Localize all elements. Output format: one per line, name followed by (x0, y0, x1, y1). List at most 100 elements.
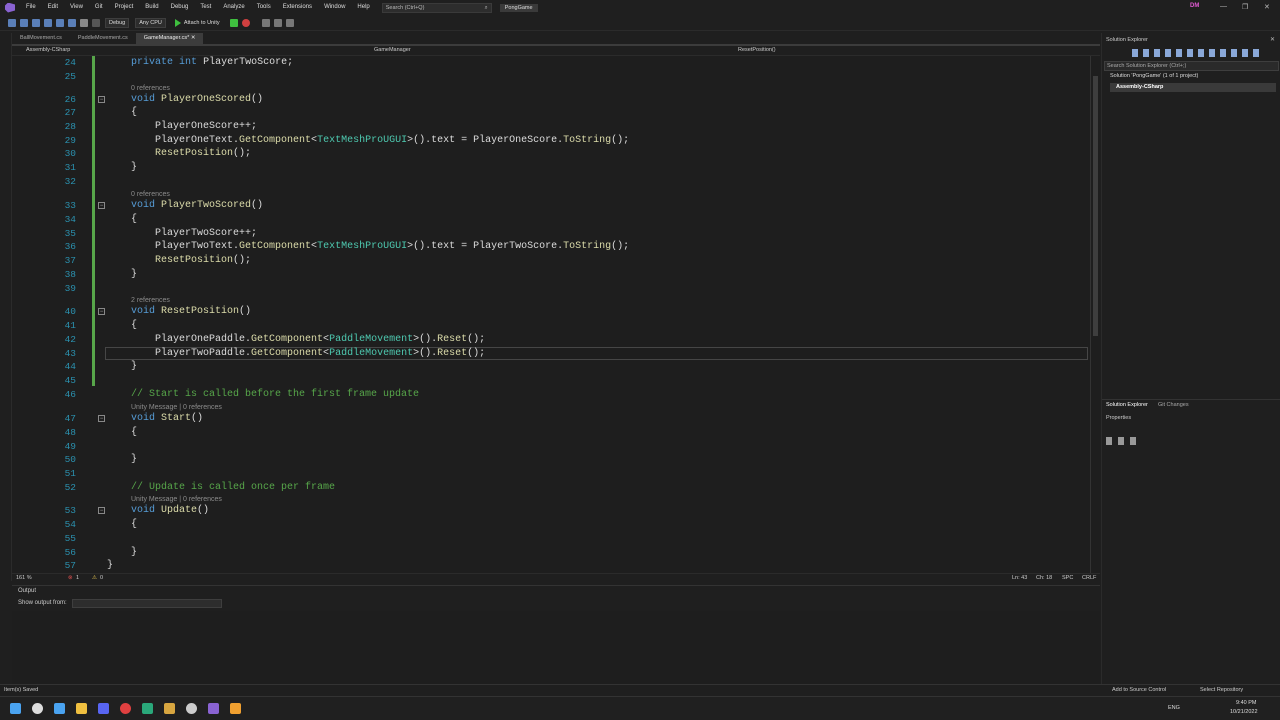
folder-icon[interactable] (164, 703, 175, 714)
app-icon[interactable] (230, 703, 241, 714)
scrollbar-thumb[interactable] (1093, 76, 1098, 336)
collapse-icon[interactable]: − (98, 202, 105, 209)
chrome-icon[interactable] (120, 703, 131, 714)
cursor-column[interactable]: Ch: 18 (1036, 575, 1052, 581)
member-dropdown[interactable]: ResetPosition() (738, 47, 776, 53)
line-number: 42 (64, 334, 76, 345)
bookmark-icon[interactable] (285, 18, 294, 27)
collapse-icon[interactable]: − (98, 308, 105, 315)
search-taskbar-icon[interactable] (32, 703, 43, 714)
save-icon[interactable] (56, 18, 64, 27)
menu-analyze[interactable]: Analyze (217, 0, 250, 15)
close-tab-icon[interactable]: ✕ (191, 35, 196, 41)
language-indicator[interactable]: ENG (1168, 705, 1180, 711)
output-text-area[interactable] (12, 611, 1100, 685)
document-tabs: BallMovement.cs PaddleMovement.cs GameMa… (12, 33, 1100, 46)
close-panel-icon[interactable]: ✕ (1270, 36, 1275, 43)
menu-extensions[interactable]: Extensions (277, 0, 318, 15)
play-icon[interactable] (174, 18, 181, 27)
menu-help[interactable]: Help (351, 0, 375, 15)
output-pane: Output Show output from: (12, 585, 1100, 685)
format-icon[interactable] (261, 18, 270, 27)
user-avatar[interactable]: DM (1190, 3, 1204, 12)
clock-time[interactable]: 9:40 PM (1236, 700, 1256, 706)
side-toolbox-strip[interactable] (0, 33, 12, 581)
line-ending[interactable]: CRLF (1082, 575, 1096, 581)
close-icon[interactable]: ✕ (1264, 3, 1270, 11)
maximize-icon[interactable]: ❐ (1242, 3, 1248, 11)
minimize-icon[interactable]: — (1220, 3, 1227, 10)
error-icon[interactable]: ⊗ (68, 575, 73, 581)
undo-icon[interactable] (80, 18, 88, 27)
edge-icon[interactable] (142, 703, 153, 714)
save-all-icon[interactable] (68, 18, 76, 27)
open-icon[interactable] (44, 18, 52, 27)
menu-edit[interactable]: Edit (42, 0, 64, 15)
discord-icon[interactable] (98, 703, 109, 714)
platform-select[interactable]: Any CPU (135, 17, 166, 28)
menu-test[interactable]: Test (194, 0, 217, 15)
search-box[interactable]: Search (Ctrl+Q) ⌕ (381, 2, 492, 13)
warning-icon[interactable]: ⚠ (92, 575, 97, 581)
zoom-level[interactable]: 161 % (16, 575, 32, 581)
code-line: 49 (12, 440, 1092, 454)
code-line: 55 (12, 532, 1092, 546)
visual-studio-taskbar-icon[interactable] (208, 703, 219, 714)
menu-debug[interactable]: Debug (165, 0, 195, 15)
search-placeholder: Search (Ctrl+Q) (385, 4, 425, 11)
windows-start-icon[interactable] (10, 703, 21, 714)
toolbar: Debug Any CPU Attach to Unity (0, 15, 1280, 31)
attach-to-unity-button[interactable]: Attach to Unity (184, 20, 220, 26)
tab-paddlemovement[interactable]: PaddleMovement.cs (70, 33, 136, 44)
menu-tools[interactable]: Tools (251, 0, 277, 15)
menu-project[interactable]: Project (109, 0, 140, 15)
run-icon[interactable] (229, 18, 238, 27)
tab-ballmovement[interactable]: BallMovement.cs (12, 33, 70, 44)
code-line: 35 PlayerTwoScore++; (12, 227, 1092, 241)
tab-git-changes[interactable]: Git Changes (1158, 402, 1189, 408)
menu-build[interactable]: Build (139, 0, 164, 15)
solution-explorer-toolbar[interactable] (1132, 49, 1262, 57)
editor-scrollbar[interactable] (1090, 56, 1100, 573)
panel-tabs: Solution Explorer Git Changes (1102, 399, 1280, 409)
line-number: 41 (64, 320, 76, 331)
output-title: Output (18, 588, 37, 594)
line-number: 33 (64, 200, 76, 211)
unity-icon[interactable] (186, 703, 197, 714)
line-number: 52 (64, 482, 76, 493)
menu-view[interactable]: View (64, 0, 89, 15)
project-node[interactable]: Assembly-CSharp (1110, 83, 1276, 92)
menu-file[interactable]: File (20, 0, 42, 15)
menu-git[interactable]: Git (89, 0, 109, 15)
code-line: 53− void Update() (12, 504, 1092, 518)
add-to-source-control[interactable]: Add to Source Control (1112, 687, 1166, 693)
hot-reload-icon[interactable] (241, 18, 250, 27)
spacing-indicator[interactable]: SPC (1062, 575, 1073, 581)
cursor-line[interactable]: Ln: 43 (1012, 575, 1027, 581)
properties-toolbar[interactable] (1106, 437, 1142, 445)
file-explorer-icon[interactable] (76, 703, 87, 714)
code-editor[interactable]: 24 private int PlayerTwoScore; 25 0 refer… (12, 56, 1092, 573)
output-source-select[interactable] (72, 599, 222, 608)
comment-icon[interactable] (273, 18, 282, 27)
line-number: 54 (64, 519, 76, 530)
class-dropdown[interactable]: GameManager (374, 47, 411, 53)
solution-node[interactable]: Solution 'PongGame' (1 of 1 project) (1110, 73, 1198, 79)
new-file-icon[interactable] (32, 18, 40, 27)
config-select[interactable]: Debug (105, 17, 130, 28)
solution-search-input[interactable]: Search Solution Explorer (Ctrl+;) (1104, 61, 1279, 71)
select-repository[interactable]: Select Repository (1200, 687, 1243, 693)
menu-window[interactable]: Window (318, 0, 351, 15)
back-icon[interactable] (8, 18, 16, 27)
collapse-icon[interactable]: − (98, 507, 105, 514)
collapse-icon[interactable]: − (98, 96, 105, 103)
assembly-dropdown[interactable]: Assembly-CSharp (26, 47, 70, 53)
tab-solution-explorer[interactable]: Solution Explorer (1106, 402, 1148, 408)
forward-icon[interactable] (20, 18, 28, 27)
settings-icon[interactable] (54, 703, 65, 714)
clock-date[interactable]: 10/21/2022 (1230, 709, 1258, 715)
collapse-icon[interactable]: − (98, 415, 105, 422)
tab-gamemanager[interactable]: GameManager.cs* ✕ (135, 33, 204, 44)
code-line: 44} (12, 360, 1092, 374)
redo-icon[interactable] (92, 18, 100, 27)
